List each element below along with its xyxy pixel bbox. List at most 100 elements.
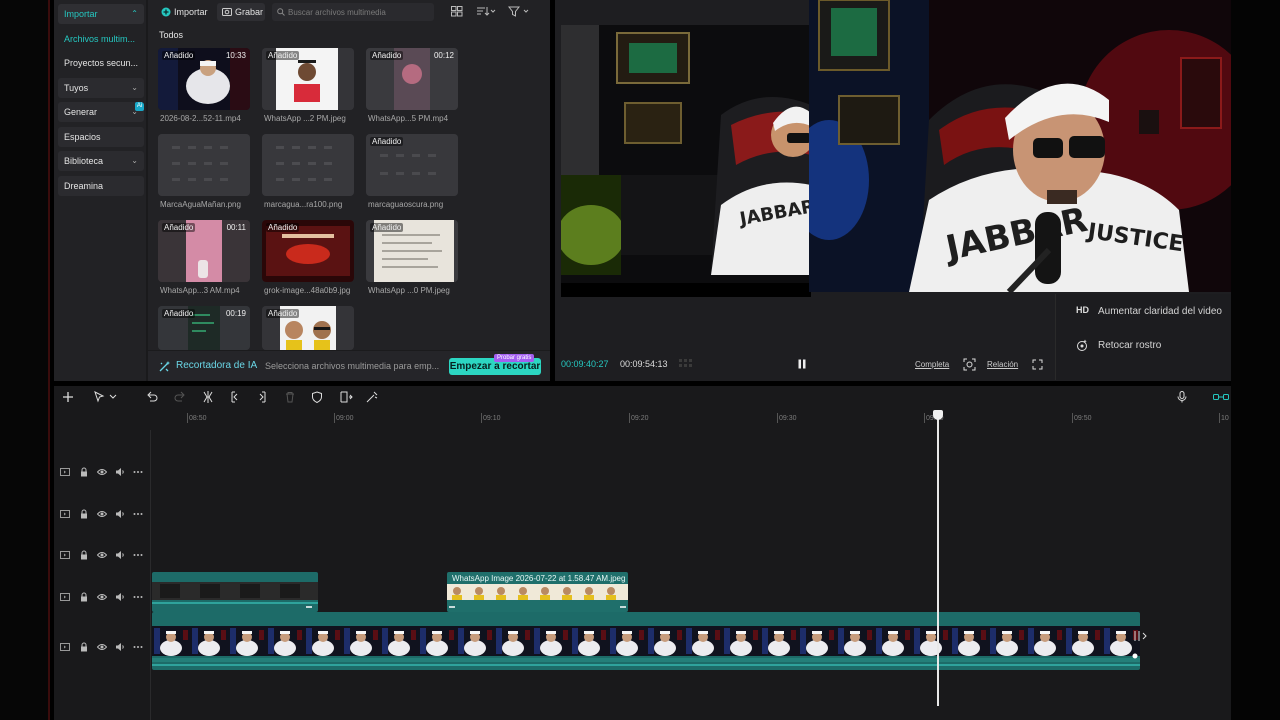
lock-icon[interactable] <box>79 550 89 560</box>
added-badge: Añadido <box>370 223 404 232</box>
grid-view-icon[interactable] <box>451 6 463 17</box>
free-trial-badge: Probar gratis <box>494 354 535 362</box>
sort-icon[interactable] <box>476 6 496 17</box>
media-thumb[interactable]: Añadido <box>366 220 458 282</box>
nav-item-generate[interactable]: Generar ⌄ Ai <box>58 102 144 122</box>
ruler-label: 09:30 <box>779 415 797 422</box>
speaker-icon[interactable] <box>115 592 125 602</box>
track-header <box>60 641 146 653</box>
fullscreen-icon[interactable] <box>1032 359 1043 370</box>
nav-item-label: Biblioteca <box>64 156 104 166</box>
clip-end-handle-icon[interactable] <box>1132 630 1148 642</box>
media-thumb[interactable] <box>262 134 354 196</box>
video-clip[interactable] <box>152 572 318 612</box>
speaker-icon[interactable] <box>115 642 125 652</box>
eye-icon[interactable] <box>97 467 107 477</box>
track-toggle-icon[interactable] <box>60 642 70 652</box>
media-thumb[interactable]: Añadido 10:33 <box>158 48 250 110</box>
link-toggle-icon[interactable] <box>1213 391 1229 403</box>
trim-right-icon[interactable] <box>256 391 268 403</box>
filmstrip-frame <box>418 626 456 656</box>
nav-item-library[interactable]: Biblioteca ⌄ <box>58 151 144 171</box>
thumb-duration: 00:19 <box>225 309 246 318</box>
added-badge: Añadido <box>266 309 300 318</box>
face-retouch-option[interactable]: Retocar rostro <box>1056 331 1232 359</box>
delete-icon[interactable] <box>284 391 296 403</box>
ai-trimmer-icon <box>159 361 170 372</box>
track-toggle-icon[interactable] <box>60 550 70 560</box>
select-tool-icon[interactable] <box>94 391 118 403</box>
nav-import-label: Importar <box>64 9 98 19</box>
full-view-button[interactable]: Completa <box>915 360 949 369</box>
camera-icon <box>222 8 232 16</box>
nav-import[interactable]: Importar ⌃ <box>58 4 144 24</box>
undo-icon[interactable] <box>146 391 158 403</box>
aspect-ratio-button[interactable]: Relación <box>987 360 1018 369</box>
track-toggle-icon[interactable] <box>60 592 70 602</box>
media-thumb[interactable]: Añadido <box>262 48 354 110</box>
media-thumb[interactable]: Añadido 00:11 <box>158 220 250 282</box>
media-thumb[interactable]: Añadido <box>366 134 458 196</box>
filmstrip-frame <box>912 626 950 656</box>
media-thumb[interactable]: Añadido <box>262 306 354 350</box>
ai-badge-icon: Ai <box>135 102 144 111</box>
magic-edit-icon[interactable] <box>366 391 378 403</box>
media-filter-all[interactable]: Todos <box>159 30 183 40</box>
search-input[interactable] <box>288 3 430 21</box>
more-options-icon[interactable] <box>133 592 143 602</box>
ruler-tick <box>1072 413 1073 423</box>
time-ruler[interactable]: 08:50 09:00 09:10 09:20 09:30 09:40 09:5… <box>151 410 1231 430</box>
enhance-clarity-option[interactable]: HD Aumentar claridad del video <box>1056 297 1232 325</box>
playhead[interactable] <box>937 410 939 706</box>
focus-frame-icon[interactable] <box>963 358 976 371</box>
eye-icon[interactable] <box>97 550 107 560</box>
trim-left-icon[interactable] <box>229 391 241 403</box>
eye-icon[interactable] <box>97 642 107 652</box>
speaker-icon[interactable] <box>115 550 125 560</box>
media-thumb[interactable]: Añadido 00:12 <box>366 48 458 110</box>
nav-item-spaces[interactable]: Espacios <box>58 126 144 147</box>
filmstrip-frame <box>456 626 494 656</box>
track-header <box>60 591 146 603</box>
media-thumb[interactable] <box>158 134 250 196</box>
lock-icon[interactable] <box>79 592 89 602</box>
main-video-clip[interactable] <box>152 612 1140 670</box>
eye-icon[interactable] <box>97 592 107 602</box>
filmstrip-frame <box>646 626 684 656</box>
shield-icon[interactable] <box>311 391 323 403</box>
image-clip[interactable]: WhatsApp Image 2026-07-22 at 1.58.47 AM.… <box>447 572 628 612</box>
nav-item-dreamina[interactable]: Dreamina <box>58 175 144 196</box>
filmstrip-frame <box>380 626 418 656</box>
more-options-icon[interactable] <box>133 467 143 477</box>
microphone-icon[interactable] <box>1177 391 1187 403</box>
speaker-icon[interactable] <box>115 467 125 477</box>
media-thumb[interactable]: Añadido 00:19 <box>158 306 250 350</box>
redo-icon[interactable] <box>174 391 186 403</box>
nav-item-yours[interactable]: Tuyos ⌄ <box>58 77 144 98</box>
more-options-icon[interactable] <box>133 642 143 652</box>
lock-icon[interactable] <box>79 509 89 519</box>
eye-icon[interactable] <box>97 509 107 519</box>
lock-icon[interactable] <box>79 642 89 652</box>
record-button[interactable]: Grabar <box>217 3 265 21</box>
filmstrip-frame <box>1064 626 1102 656</box>
more-options-icon[interactable] <box>133 509 143 519</box>
speaker-icon[interactable] <box>115 509 125 519</box>
import-button[interactable]: Importar <box>156 3 212 21</box>
playhead-handle[interactable] <box>933 410 943 420</box>
freeze-frame-icon[interactable] <box>339 391 353 403</box>
split-icon[interactable] <box>202 391 214 403</box>
more-options-icon[interactable] <box>133 550 143 560</box>
nav-item-media-files[interactable]: Archivos multim... <box>58 29 144 49</box>
filmstrip-frame <box>570 626 608 656</box>
filmstrip-frame <box>950 626 988 656</box>
track-toggle-icon[interactable] <box>60 509 70 519</box>
lock-icon[interactable] <box>79 467 89 477</box>
pause-icon[interactable] <box>798 359 806 369</box>
filter-icon[interactable] <box>508 6 530 17</box>
media-thumb[interactable]: Añadido <box>262 220 354 282</box>
track-toggle-icon[interactable] <box>60 467 70 477</box>
nav-item-secondary-projects[interactable]: Proyectos secun... <box>58 53 144 73</box>
add-icon[interactable] <box>62 391 74 403</box>
added-badge: Añadido <box>370 137 404 146</box>
